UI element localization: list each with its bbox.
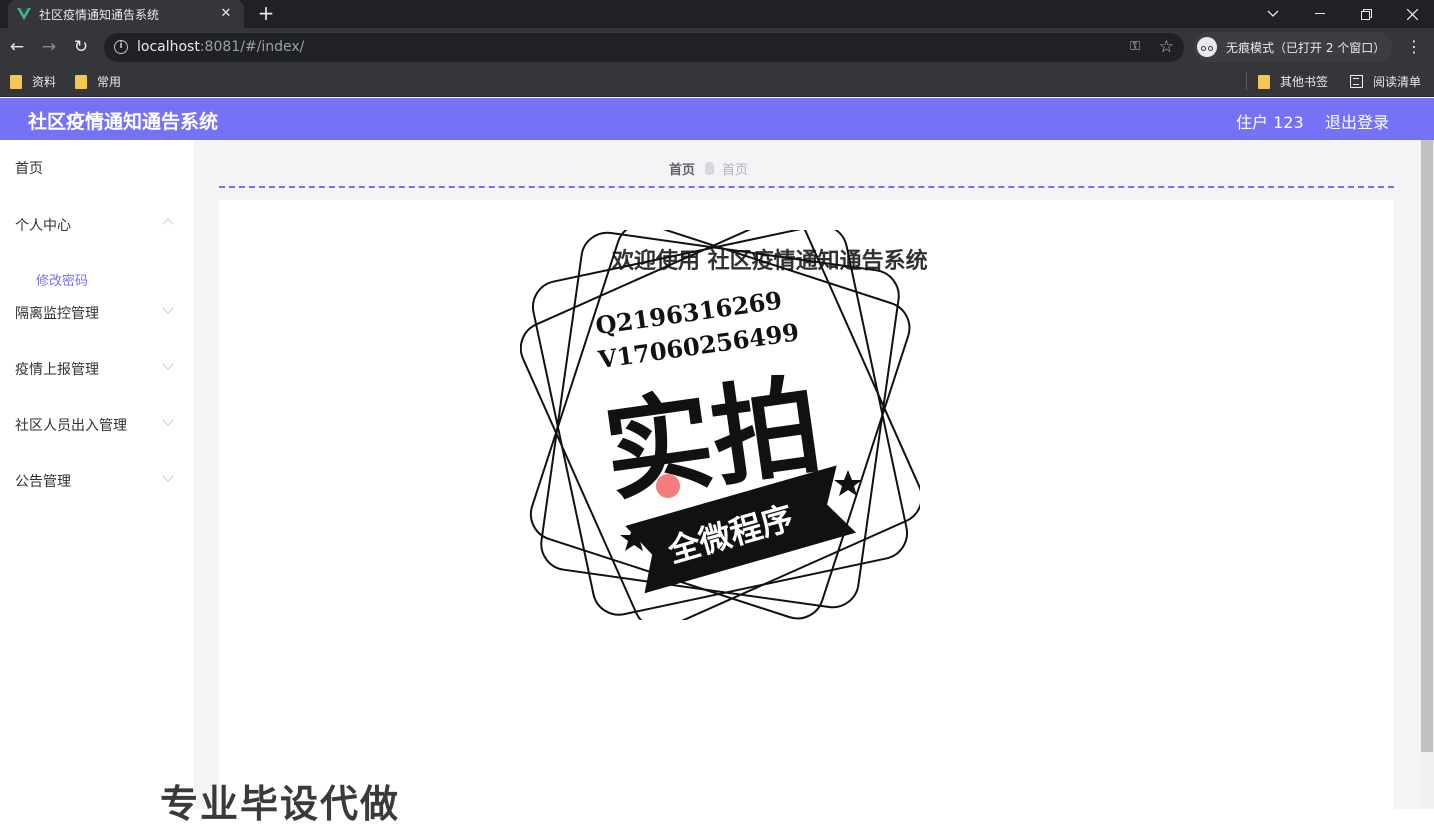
- sidebar-item-label: 隔离监控管理: [15, 306, 99, 322]
- scrollbar-thumb[interactable]: [1421, 140, 1433, 752]
- sidebar-item-label: 公告管理: [15, 474, 71, 490]
- sidebar-item-announcements[interactable]: 公告管理: [0, 452, 194, 508]
- folder-icon: [10, 74, 22, 89]
- breadcrumb: 首页 首页: [669, 159, 748, 178]
- bookmarks-divider: [1246, 72, 1247, 90]
- browser-tab[interactable]: 社区疫情通知通告系统 ✕: [8, 0, 244, 28]
- sidebar-item-access-control[interactable]: 社区人员出入管理: [0, 396, 194, 452]
- logout-button[interactable]: 退出登录: [1325, 109, 1389, 133]
- bookmark-label: 资料: [32, 75, 57, 89]
- chevron-down-icon: [162, 302, 174, 314]
- sidebar: 首页 个人中心 修改密码 隔离监控管理 疫情上报管理 社区人员出入管理 公告管理: [0, 140, 194, 809]
- divider: [219, 186, 1394, 188]
- incognito-indicator[interactable]: 无痕模式（已打开 2 个窗口）: [1194, 32, 1392, 62]
- sidebar-item-personal-center[interactable]: 个人中心: [0, 196, 194, 252]
- sidebar-item-label: 社区人员出入管理: [15, 418, 127, 434]
- tab-title: 社区疫情通知通告系统: [39, 7, 160, 22]
- browser-toolbar: ← → ↻ i localhost:8081/#/index/ ⚿ ☆ 无痕模式…: [0, 28, 1434, 66]
- chevron-down-icon: [162, 414, 174, 426]
- bookmark-label: 常用: [97, 75, 122, 89]
- user-info: 住户 123: [1236, 113, 1304, 132]
- minimize-icon[interactable]: [1297, 0, 1343, 28]
- app-header: 社区疫情通知通告系统 住户 123 退出登录: [0, 98, 1434, 140]
- chevron-down-icon: [162, 470, 174, 482]
- sidebar-item-label: 个人中心: [15, 218, 71, 234]
- incognito-label: 无痕模式（已打开 2 个窗口）: [1226, 40, 1386, 55]
- sidebar-item-label: 首页: [15, 161, 43, 177]
- address-bar[interactable]: i localhost:8081/#/index/ ⚿ ☆: [104, 33, 1184, 62]
- other-bookmarks[interactable]: 其他书签: [1258, 73, 1328, 90]
- url-path: :8081/#/index/: [199, 39, 305, 55]
- close-window-icon[interactable]: [1389, 0, 1434, 28]
- sidebar-item-home[interactable]: 首页: [0, 140, 194, 196]
- breadcrumb-current: 首页: [722, 163, 749, 178]
- sidebar-item-isolation[interactable]: 隔离监控管理: [0, 284, 194, 340]
- sidebar-item-epidemic-report[interactable]: 疫情上报管理: [0, 340, 194, 396]
- mouse-cursor: [656, 474, 680, 498]
- reading-list[interactable]: 阅读清单: [1350, 73, 1421, 90]
- chevron-down-icon: [162, 358, 174, 370]
- tab-search-icon[interactable]: [1250, 0, 1296, 28]
- key-icon[interactable]: ⚿: [1130, 39, 1140, 54]
- reading-list-label: 阅读清单: [1373, 75, 1422, 89]
- bookmark-star-icon[interactable]: ☆: [1159, 37, 1174, 57]
- sidebar-item-label: 疫情上报管理: [15, 362, 99, 378]
- reload-icon[interactable]: ↻: [71, 37, 91, 57]
- bookmark-folder-changyong[interactable]: 常用: [75, 73, 121, 90]
- url-host: localhost: [137, 39, 200, 55]
- watermark-stamp: Q2196316269 V17060256499 实拍 全微程序: [520, 230, 920, 620]
- vue-logo-icon: [17, 8, 31, 20]
- browser-tabstrip: 社区疫情通知通告系统 ✕ +: [0, 0, 1434, 28]
- breadcrumb-home[interactable]: 首页: [669, 159, 695, 178]
- watermark-bottom-text: 专业毕设代做: [160, 782, 401, 826]
- site-info-icon[interactable]: i: [114, 40, 128, 54]
- bookmark-folder-ziliao[interactable]: 资料: [10, 73, 56, 90]
- reading-list-icon: [1350, 75, 1363, 88]
- forward-icon[interactable]: →: [39, 37, 59, 57]
- new-tab-icon[interactable]: +: [255, 2, 277, 24]
- incognito-icon: [1197, 37, 1217, 57]
- page-scrollbar[interactable]: [1420, 140, 1434, 809]
- other-bookmarks-label: 其他书签: [1280, 75, 1329, 89]
- breadcrumb-separator-icon: [705, 162, 715, 175]
- restore-icon[interactable]: [1343, 0, 1389, 28]
- tab-close-icon[interactable]: ✕: [217, 5, 235, 23]
- app-title: 社区疫情通知通告系统: [28, 111, 219, 133]
- folder-icon: [75, 74, 87, 89]
- url-text[interactable]: localhost:8081/#/index/: [137, 39, 304, 55]
- browser-menu-icon[interactable]: ⋮: [1406, 38, 1422, 56]
- back-icon[interactable]: ←: [7, 37, 27, 57]
- chevron-up-icon: [162, 218, 174, 230]
- folder-icon: [1258, 74, 1270, 89]
- bookmarks-bar: 资料 常用 其他书签 阅读清单: [0, 66, 1434, 97]
